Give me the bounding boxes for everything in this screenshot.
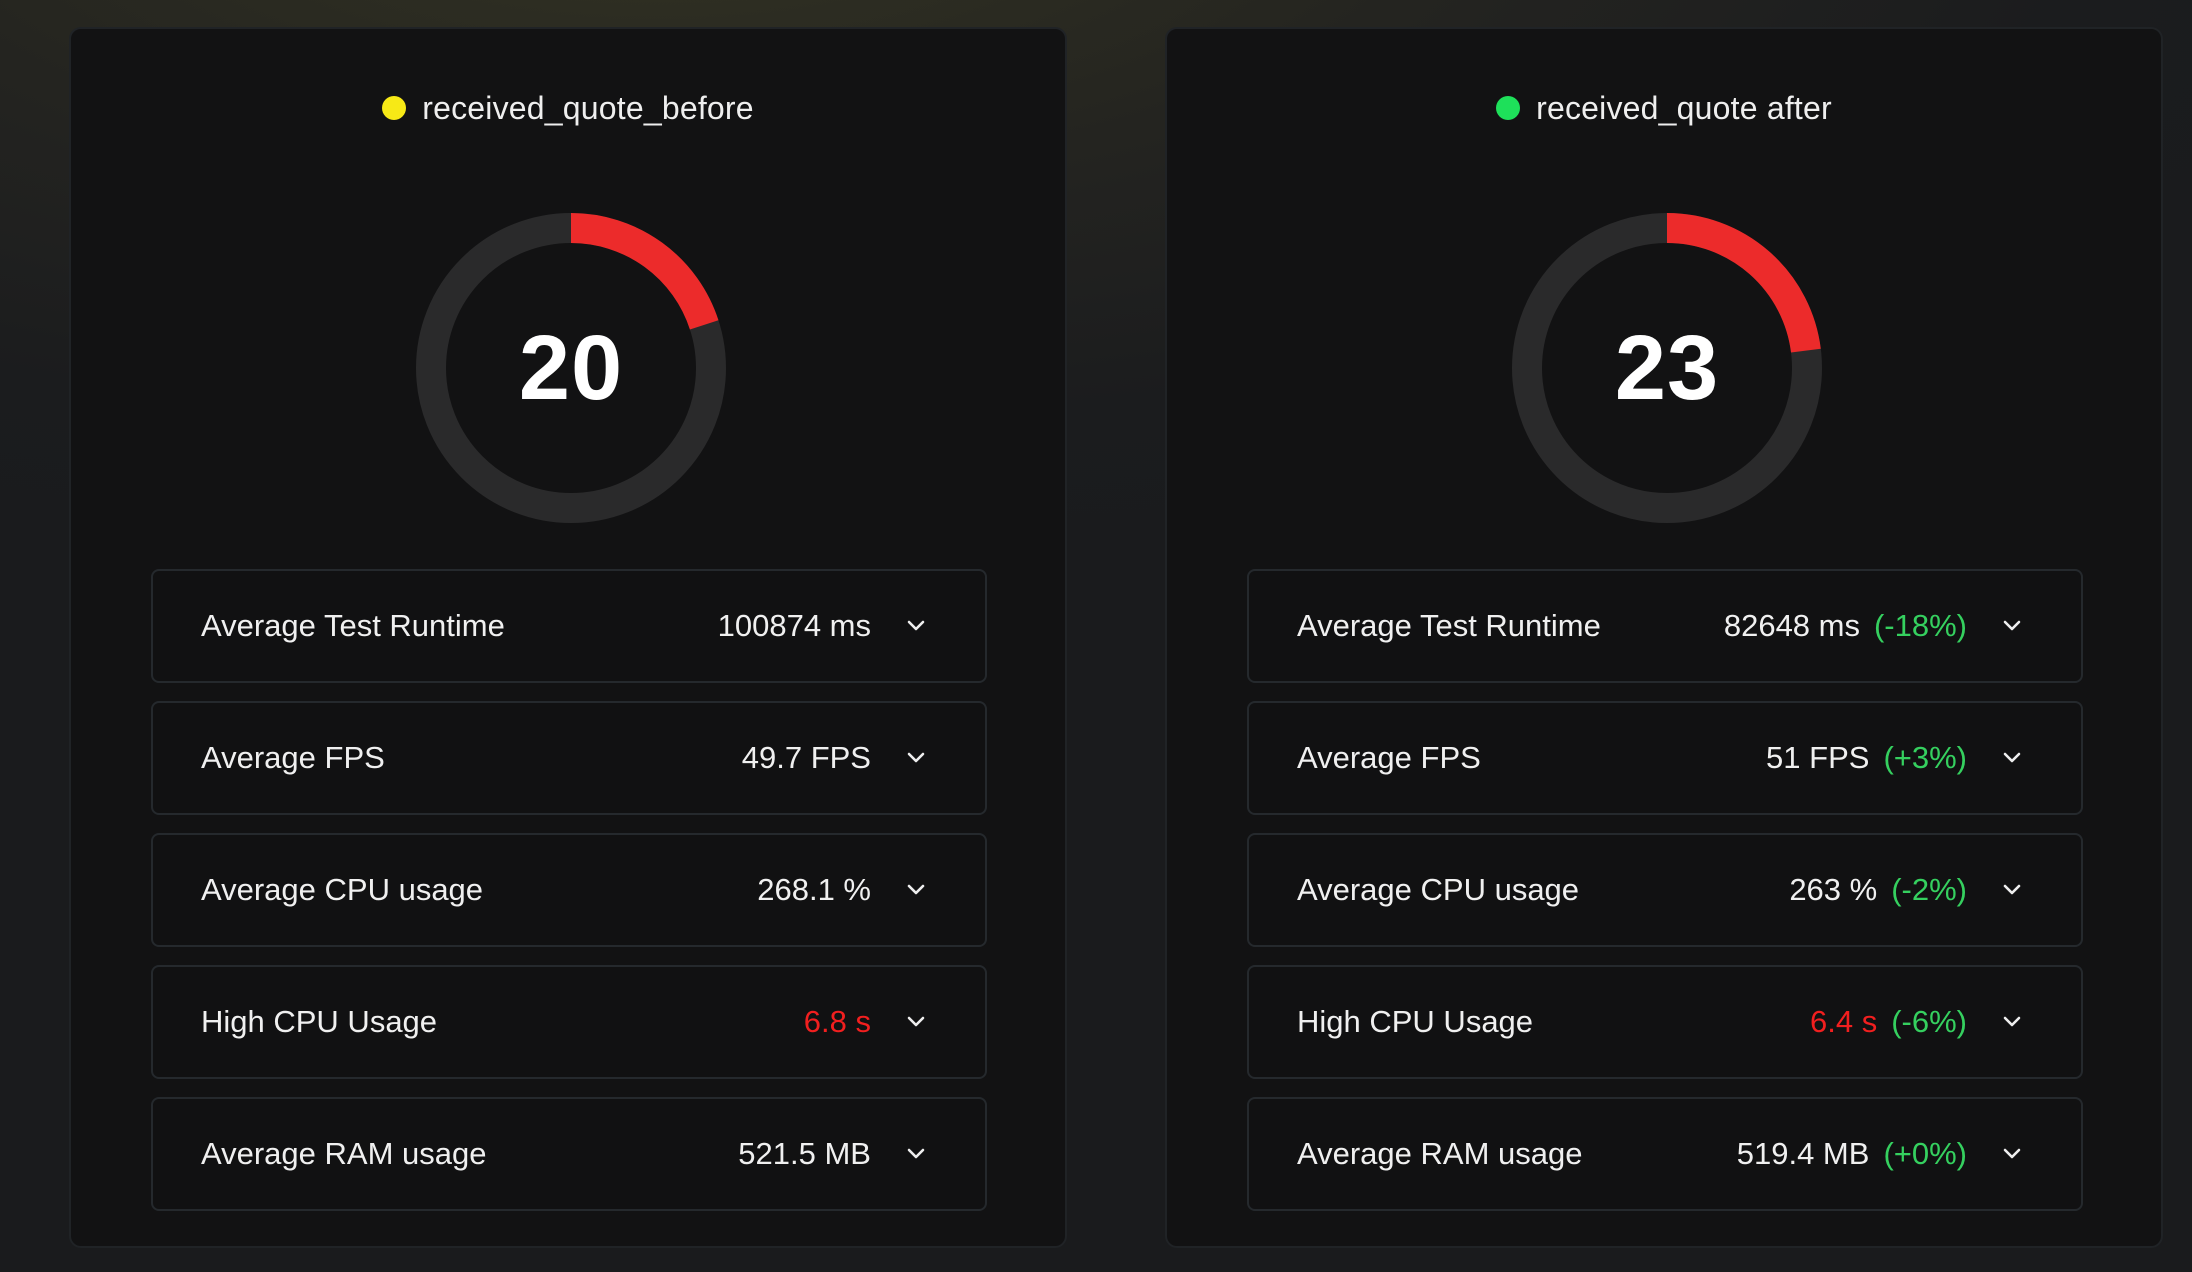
metric-value: 268.1 % [757, 872, 871, 907]
metric-value: 521.5 MB [738, 1136, 871, 1171]
card-title: received_quote_before [422, 89, 754, 126]
chevron-down-icon[interactable] [905, 615, 927, 637]
chevron-down-icon[interactable] [905, 747, 927, 769]
metric-row-average-test-runtime[interactable]: Average Test Runtime 82648 ms (-18%) [1247, 569, 2083, 683]
metric-label: Average CPU usage [201, 872, 484, 907]
card-header: received_quote_before [71, 83, 1065, 133]
card-title: received_quote after [1536, 89, 1832, 126]
metric-value: 100874 ms [717, 608, 871, 643]
metric-label: Average RAM usage [201, 1136, 487, 1171]
metric-value: 82648 ms [1723, 608, 1860, 643]
chevron-down-icon[interactable] [2001, 747, 2023, 769]
metric-delta: (+3%) [1883, 740, 1967, 775]
metric-value: 49.7 FPS [741, 740, 871, 775]
chevron-down-icon[interactable] [2001, 1143, 2023, 1165]
score-gauge: 23 [1512, 213, 1822, 523]
metric-label: High CPU Usage [201, 1004, 438, 1039]
metric-delta: (-2%) [1891, 872, 1967, 907]
metric-label: Average Test Runtime [201, 608, 505, 643]
chevron-down-icon[interactable] [2001, 615, 2023, 637]
metric-row-average-fps[interactable]: Average FPS 51 FPS (+3%) [1247, 701, 2083, 815]
metric-value: 6.8 s [803, 1004, 871, 1039]
metric-label: High CPU Usage [1297, 1004, 1534, 1039]
metric-label: Average FPS [1297, 740, 1481, 775]
metric-row-average-ram-usage[interactable]: Average RAM usage 521.5 MB [151, 1097, 987, 1211]
chevron-down-icon[interactable] [905, 1143, 927, 1165]
chevron-down-icon[interactable] [2001, 879, 2023, 901]
metric-label: Average CPU usage [1297, 872, 1580, 907]
metric-value: 263 % [1789, 872, 1878, 907]
score-value: 23 [1614, 316, 1720, 419]
metric-value: 51 FPS [1766, 740, 1870, 775]
metric-label: Average RAM usage [1297, 1136, 1583, 1171]
metric-value: 519.4 MB [1736, 1136, 1870, 1171]
metric-row-average-fps[interactable]: Average FPS 49.7 FPS [151, 701, 987, 815]
report-card-before: received_quote_before 20 Average Test Ru… [69, 27, 1067, 1248]
score-gauge: 20 [416, 213, 726, 523]
metric-delta: (+0%) [1883, 1136, 1967, 1171]
status-dot-icon [382, 96, 407, 120]
metric-value: 6.4 s [1810, 1004, 1878, 1039]
chevron-down-icon[interactable] [2001, 1011, 2023, 1033]
metric-row-high-cpu-usage[interactable]: High CPU Usage 6.8 s [151, 965, 987, 1079]
metric-delta: (-6%) [1891, 1004, 1967, 1039]
chevron-down-icon[interactable] [905, 879, 927, 901]
metric-row-average-ram-usage[interactable]: Average RAM usage 519.4 MB (+0%) [1247, 1097, 2083, 1211]
metric-delta: (-18%) [1873, 608, 1967, 643]
metric-row-high-cpu-usage[interactable]: High CPU Usage 6.4 s (-6%) [1247, 965, 2083, 1079]
score-value: 20 [518, 316, 624, 419]
metric-row-average-test-runtime[interactable]: Average Test Runtime 100874 ms [151, 569, 987, 683]
card-header: received_quote after [1167, 83, 2161, 133]
metric-label: Average Test Runtime [1297, 608, 1601, 643]
metric-row-average-cpu-usage[interactable]: Average CPU usage 268.1 % [151, 833, 987, 947]
metric-label: Average FPS [201, 740, 385, 775]
report-card-after: received_quote after 23 Average Test Run… [1165, 27, 2163, 1248]
status-dot-icon [1496, 96, 1521, 120]
chevron-down-icon[interactable] [905, 1011, 927, 1033]
metric-row-average-cpu-usage[interactable]: Average CPU usage 263 % (-2%) [1247, 833, 2083, 947]
